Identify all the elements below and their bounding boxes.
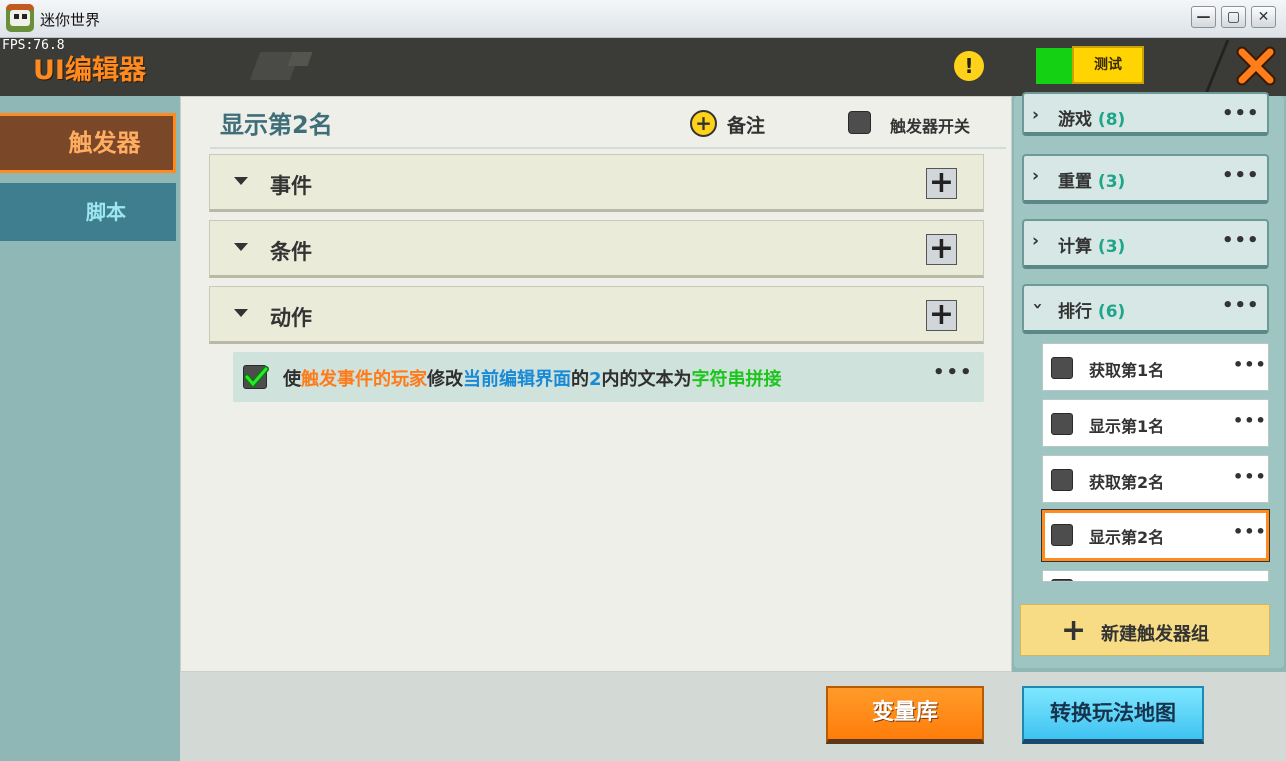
chevron-down-icon: › — [1027, 302, 1048, 310]
trigger-enable-checkbox[interactable] — [1051, 579, 1073, 581]
window-titlebar[interactable]: 迷你世界 — ▢ ✕ — [0, 0, 1286, 38]
category-more-icon[interactable]: ••• — [1222, 295, 1260, 316]
trigger-title: 显示第2名 — [220, 111, 333, 139]
action-param-player[interactable]: 触发事件的玩家 — [301, 369, 427, 390]
section-label: 条件 — [270, 240, 312, 264]
trigger-enable-checkbox[interactable] — [1051, 469, 1073, 491]
trigger-item[interactable]: 显示第1名 ••• — [1042, 399, 1269, 447]
category-more-icon[interactable]: ••• — [1222, 165, 1260, 186]
section-condition[interactable]: 条件 + — [209, 220, 984, 278]
plus-icon: + — [690, 110, 717, 137]
nav-tab-script[interactable]: 脚本 — [0, 183, 176, 241]
new-trigger-group-button[interactable]: + 新建触发器组 — [1020, 604, 1270, 656]
header-divider — [1203, 40, 1230, 96]
category-label: 计算 (3) — [1058, 232, 1125, 257]
trigger-item[interactable]: 获取第2名 ••• — [1042, 455, 1269, 503]
action-param-string[interactable]: 字符串拼接 — [692, 369, 782, 390]
category-name: 计算 — [1058, 237, 1092, 257]
trigger-label: 获取第2名 — [1089, 473, 1165, 492]
category-label: 重置 (3) — [1058, 167, 1125, 192]
status-indicator — [1036, 48, 1072, 84]
action-item[interactable]: 使触发事件的玩家修改当前编辑界面的2内的文本为字符串拼接 ••• — [233, 352, 984, 402]
trigger-item-partial[interactable] — [1042, 570, 1269, 582]
trigger-item-selected[interactable]: 显示第2名 ••• — [1041, 509, 1270, 562]
category-name: 重置 — [1058, 172, 1092, 192]
category-name: 游戏 — [1058, 110, 1092, 130]
collapse-arrow-icon[interactable] — [234, 243, 248, 251]
category-more-icon[interactable]: ••• — [1222, 103, 1260, 124]
add-action-button[interactable]: + — [926, 300, 957, 331]
window-title: 迷你世界 — [40, 11, 101, 29]
category-reset[interactable]: › 重置 (3) ••• — [1022, 154, 1269, 204]
trigger-more-icon[interactable]: ••• — [1233, 411, 1267, 430]
trigger-more-icon[interactable]: ••• — [1233, 355, 1267, 374]
title-divider — [210, 147, 1006, 149]
action-more-icon[interactable]: ••• — [933, 362, 974, 383]
action-param-element[interactable]: 2 — [589, 369, 602, 390]
action-enabled-checkbox[interactable] — [243, 365, 269, 389]
trigger-enable-checkbox[interactable] — [1051, 357, 1073, 379]
app-logo-icon — [6, 4, 34, 32]
action-text-part: 内的文本为 — [601, 369, 692, 390]
action-text-part: 使 — [283, 369, 301, 390]
trigger-label: 显示第2名 — [1089, 528, 1165, 547]
maximize-button[interactable]: ▢ — [1221, 6, 1246, 28]
action-param-ui[interactable]: 当前编辑界面 — [463, 369, 571, 390]
category-name: 排行 — [1058, 302, 1092, 322]
close-editor-icon[interactable] — [1236, 46, 1276, 86]
trigger-label: 显示第1名 — [1089, 417, 1165, 436]
editor-title: UI编辑器 — [33, 55, 146, 86]
add-condition-button[interactable]: + — [926, 234, 957, 265]
chevron-right-icon: › — [1032, 231, 1040, 251]
chevron-right-icon: › — [1032, 105, 1040, 125]
trigger-label: 获取第1名 — [1089, 361, 1165, 380]
trigger-enable-checkbox[interactable] — [1051, 524, 1073, 546]
trigger-more-icon[interactable]: ••• — [1233, 522, 1267, 541]
chevron-right-icon: › — [1032, 166, 1040, 186]
category-game[interactable]: › 游戏 (8) ••• — [1022, 92, 1269, 136]
app-window: 迷你世界 — ▢ ✕ FPS:76.8 UI编辑器 ! 测试 触发器 脚本 显示… — [0, 0, 1286, 761]
section-label: 事件 — [270, 174, 312, 198]
category-label: 游戏 (8) — [1058, 105, 1125, 130]
section-label: 动作 — [270, 306, 312, 330]
action-text[interactable]: 使触发事件的玩家修改当前编辑界面的2内的文本为字符串拼接 — [283, 365, 782, 391]
minimize-button[interactable]: — — [1191, 6, 1216, 28]
section-action[interactable]: 动作 + — [209, 286, 984, 344]
category-more-icon[interactable]: ••• — [1222, 230, 1260, 251]
action-text-part: 修改 — [427, 369, 463, 390]
header-decoration — [287, 52, 313, 66]
note-label: 备注 — [727, 115, 766, 137]
variable-library-button[interactable]: 变量库 — [826, 686, 984, 744]
window-close-button[interactable]: ✕ — [1251, 6, 1276, 28]
category-calc[interactable]: › 计算 (3) ••• — [1022, 219, 1269, 269]
checkmark-icon — [244, 366, 269, 389]
category-count: (3) — [1097, 172, 1126, 192]
category-count: (8) — [1097, 110, 1126, 130]
category-count: (3) — [1097, 237, 1126, 257]
section-event[interactable]: 事件 + — [209, 154, 984, 212]
new-group-label: 新建触发器组 — [1101, 624, 1209, 645]
category-count: (6) — [1097, 302, 1126, 322]
category-label: 排行 (6) — [1058, 297, 1125, 322]
trigger-switch-checkbox[interactable] — [848, 111, 871, 134]
trigger-item[interactable]: 获取第1名 ••• — [1042, 343, 1269, 391]
plus-icon: + — [1061, 613, 1087, 648]
convert-map-button[interactable]: 转换玩法地图 — [1022, 686, 1204, 744]
test-button[interactable]: 测试 — [1072, 46, 1144, 84]
collapse-arrow-icon[interactable] — [234, 309, 248, 317]
trigger-enable-checkbox[interactable] — [1051, 413, 1073, 435]
nav-tab-trigger[interactable]: 触发器 — [0, 113, 176, 173]
trigger-more-icon[interactable]: ••• — [1233, 467, 1267, 486]
collapse-arrow-icon[interactable] — [234, 177, 248, 185]
warning-icon[interactable]: ! — [954, 51, 984, 81]
add-event-button[interactable]: + — [926, 168, 957, 199]
trigger-switch-label: 触发器开关 — [890, 117, 971, 136]
action-text-part: 的 — [571, 369, 589, 390]
editor-header: FPS:76.8 UI编辑器 ! 测试 — [0, 38, 1286, 96]
category-rank[interactable]: › 排行 (6) ••• — [1022, 284, 1269, 334]
